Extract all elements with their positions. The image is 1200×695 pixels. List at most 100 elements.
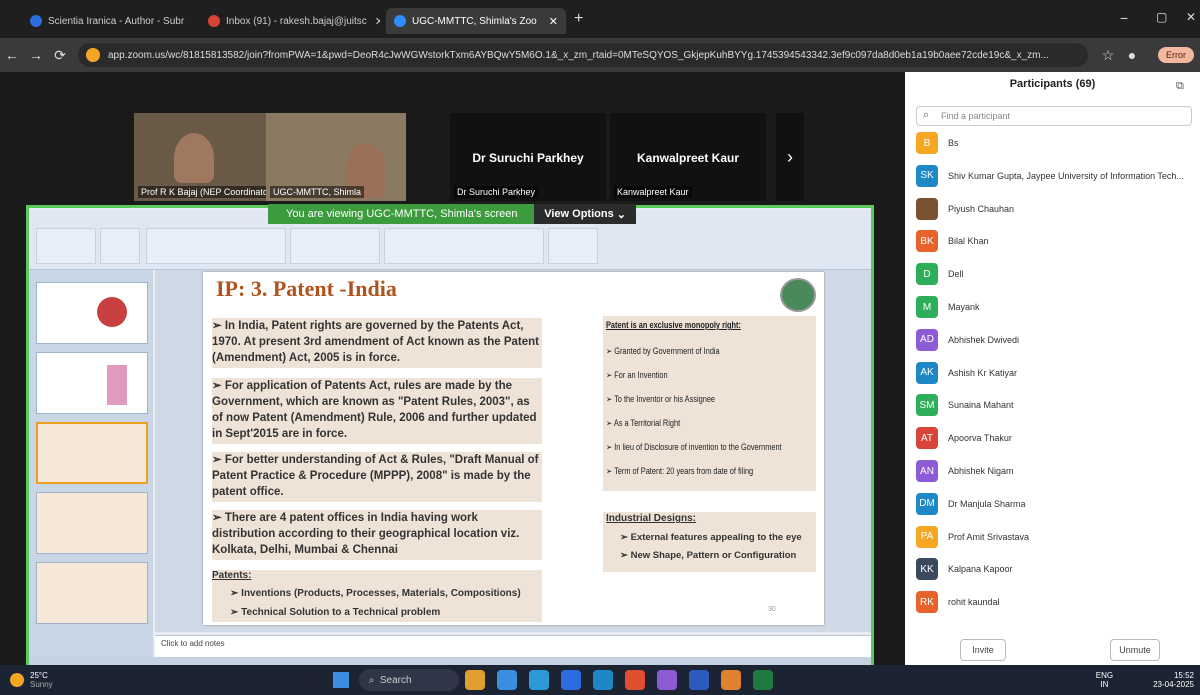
close-icon[interactable]: ✕ (541, 15, 558, 28)
participant-row[interactable]: M Mayank (916, 294, 1196, 320)
participant-row[interactable]: RK rohit kaundal (916, 589, 1196, 615)
patents-text: Technical Solution to a Technical proble… (241, 607, 441, 618)
avatar: BK (916, 230, 938, 253)
forward-icon[interactable]: → (24, 47, 48, 63)
slide-thumbnail-selected[interactable] (36, 422, 148, 484)
file-explorer-icon[interactable] (464, 670, 485, 690)
slide-thumbnail[interactable] (36, 562, 148, 624)
notes-pane[interactable]: Click to add notes (155, 635, 871, 657)
monopoly-text: Granted by Government of India (614, 346, 720, 356)
participant-row[interactable]: AD Abhishek Dwivedi (916, 327, 1196, 353)
site-info-icon[interactable] (86, 48, 100, 62)
tab-scientia[interactable]: Scientia Iranica - Author - Subr✕ (22, 8, 192, 34)
tab-inbox[interactable]: Inbox (91) - rakesh.bajaj@juitsc ✕ (200, 8, 380, 34)
participant-row[interactable]: PA Prof Amit Srivastava (916, 524, 1196, 550)
ribbon-group-clipboard[interactable] (36, 228, 96, 264)
monopoly-text: For an Invention (614, 370, 668, 380)
store-icon[interactable] (560, 670, 581, 690)
clock[interactable]: 15:52 23-04-2025 (1153, 671, 1194, 689)
participant-video (174, 133, 214, 183)
participant-row[interactable]: B Bs (916, 130, 1196, 156)
participant-row[interactable]: AK Ashish Kr Katiyar (916, 360, 1196, 386)
view-options-button[interactable]: View Options ⌄ (534, 204, 636, 224)
bookmark-star-icon[interactable]: ☆ (1096, 47, 1120, 64)
slide-thumbnail[interactable] (36, 492, 148, 554)
avatar: SK (916, 164, 938, 187)
monopoly-item: ➢ In lieu of Disclosure of invention to … (606, 442, 782, 452)
app-icon[interactable] (592, 670, 613, 690)
error-badge[interactable]: Error (1158, 47, 1194, 63)
maximize-icon[interactable]: ▢ (1156, 10, 1167, 24)
participant-row[interactable]: AT Apoorva Thakur (916, 425, 1196, 451)
ribbon-group-drawing[interactable] (384, 228, 544, 264)
industrial-text: New Shape, Pattern or Configuration (630, 550, 797, 561)
language-indicator[interactable]: ENG IN (1096, 671, 1113, 689)
app-icon[interactable] (656, 670, 677, 690)
participant-row[interactable]: KK Kalpana Kapoor (916, 556, 1196, 582)
video-tile-kanwalpreet[interactable]: Kanwalpreet Kaur Kanwalpreet Kaur (610, 113, 766, 201)
excel-icon[interactable] (752, 670, 773, 690)
scientia-favicon-icon (30, 15, 42, 27)
tab-label: Inbox (91) - rakesh.bajaj@juitsc (226, 15, 367, 27)
ribbon-group-editing[interactable] (548, 228, 598, 264)
participant-name: Kalpana Kapoor (948, 564, 1013, 575)
unmute-button[interactable]: Unmute (1110, 639, 1160, 661)
ribbon-group-slides[interactable] (100, 228, 140, 264)
weather-widget[interactable]: 25°C Sunny (30, 671, 53, 689)
reload-icon[interactable]: ⟳ (48, 47, 72, 64)
ribbon-group-paragraph[interactable] (290, 228, 380, 264)
close-icon[interactable]: ✕ (367, 15, 380, 28)
avatar: D (916, 263, 938, 286)
weather-icon[interactable] (10, 673, 24, 687)
video-name-label: UGC-MMTTC, Shimla (270, 186, 364, 198)
windows-start-icon[interactable] (332, 672, 349, 688)
slide-thumbnail[interactable] (36, 352, 148, 414)
url-field[interactable]: app.zoom.us/wc/81815813582/join?fromPWA=… (78, 43, 1088, 67)
word-icon[interactable] (688, 670, 709, 690)
close-window-icon[interactable]: ✕ (1186, 10, 1196, 24)
tab-label: UGC-MMTTC, Shimla's Zoo (412, 15, 537, 27)
video-name-label: Dr Suruchi Parkhey (454, 186, 539, 198)
tab-zoom[interactable]: UGC-MMTTC, Shimla's Zoo ✕ (386, 8, 566, 34)
participant-name: Bs (948, 138, 959, 148)
avatar: RK (916, 591, 938, 614)
minimize-icon[interactable]: − (1120, 10, 1128, 26)
institute-logo (780, 278, 816, 312)
industrial-text: External features appealing to the eye (630, 532, 802, 543)
back-icon[interactable]: ← (0, 47, 24, 63)
view-options-label: View Options (544, 208, 614, 220)
slide-thumbnail[interactable] (36, 282, 148, 344)
participant-name: Ashish Kr Katiyar (948, 367, 1018, 378)
close-icon[interactable]: ✕ (184, 15, 192, 28)
screen-share-banner: You are viewing UGC-MMTTC, Shimla's scre… (268, 204, 636, 224)
invite-button[interactable]: Invite (960, 639, 1006, 661)
video-tile-suruchi[interactable]: Dr Suruchi Parkhey Dr Suruchi Parkhey (450, 113, 606, 201)
participant-row[interactable]: DM Dr Manjula Sharma (916, 491, 1196, 517)
taskbar-search[interactable]: ⌕ Search (358, 669, 459, 691)
search-icon: ⌕ (923, 109, 930, 121)
participant-row[interactable]: D Dell (916, 261, 1196, 287)
video-tile-host[interactable]: Prof R K Bajaj (NEP Coordinator... (134, 113, 266, 201)
thumbnail-graphic (97, 297, 127, 327)
chrome-icon[interactable] (624, 670, 645, 690)
next-page-chevron-icon[interactable]: › (776, 113, 804, 201)
windows-taskbar: 25°C Sunny ⌕ Search ENG IN 15:52 23-04-2025 (0, 665, 1200, 695)
participant-row[interactable]: SK Shiv Kumar Gupta, Jaypee University of… (916, 163, 1196, 189)
edge-icon[interactable] (528, 670, 549, 690)
ribbon-group-font[interactable] (146, 228, 286, 264)
new-tab-icon[interactable]: + (574, 10, 583, 28)
thumbnail-graphic (107, 365, 127, 405)
video-tile-ugc[interactable]: UGC-MMTTC, Shimla (266, 113, 406, 201)
slide-bullet: For better understanding of Act & Rules,… (212, 452, 542, 502)
app-icon[interactable] (496, 670, 517, 690)
participant-row[interactable]: AN Abhishek Nigam (916, 458, 1196, 484)
profile-icon[interactable]: ● (1120, 47, 1144, 63)
participant-row[interactable]: BK Bilal Khan (916, 228, 1196, 254)
participant-search-input[interactable]: ⌕ Find a participant (916, 106, 1192, 126)
monopoly-item: ➢ Granted by Government of India (606, 346, 720, 356)
date-text: 23-04-2025 (1153, 680, 1194, 689)
participant-row[interactable]: SM Sunaina Mahant (916, 392, 1196, 418)
popout-icon[interactable]: ⧉ (1176, 80, 1184, 93)
chrome-profile-icon[interactable] (720, 670, 741, 690)
participant-row[interactable]: Piyush Chauhan (916, 196, 1196, 222)
